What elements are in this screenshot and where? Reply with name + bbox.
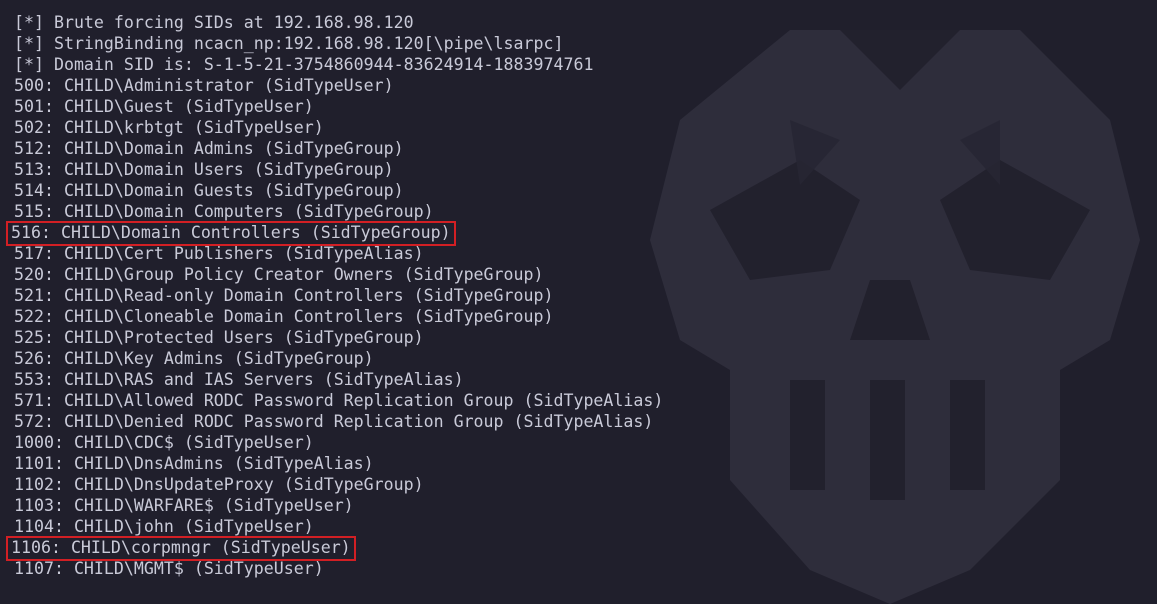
terminal-line: 1102: CHILD\DnsUpdateProxy (SidTypeGroup… <box>14 474 663 495</box>
terminal-line-text: 514: CHILD\Domain Guests (SidTypeGroup) <box>14 181 404 200</box>
terminal-line-text: 521: CHILD\Read-only Domain Controllers … <box>14 286 554 305</box>
terminal-line-highlighted: 516: CHILD\Domain Controllers (SidTypeGr… <box>6 221 663 246</box>
terminal-line: 553: CHILD\RAS and IAS Servers (SidTypeA… <box>14 369 663 390</box>
terminal-line: 520: CHILD\Group Policy Creator Owners (… <box>14 264 663 285</box>
skull-logo-icon <box>650 30 1140 604</box>
terminal-line: 512: CHILD\Domain Admins (SidTypeGroup) <box>14 138 663 159</box>
terminal-line: 1104: CHILD\john (SidTypeUser) <box>14 516 663 537</box>
terminal-line: 500: CHILD\Administrator (SidTypeUser) <box>14 75 663 96</box>
terminal-line: 572: CHILD\Denied RODC Password Replicat… <box>14 411 663 432</box>
terminal-line-text: 522: CHILD\Cloneable Domain Controllers … <box>14 307 554 326</box>
terminal-line: 513: CHILD\Domain Users (SidTypeGroup) <box>14 159 663 180</box>
terminal-line-text: 1106: CHILD\corpmngr (SidTypeUser) <box>6 536 356 561</box>
terminal-line-text: 501: CHILD\Guest (SidTypeUser) <box>14 97 314 116</box>
terminal-line: 526: CHILD\Key Admins (SidTypeGroup) <box>14 348 663 369</box>
terminal-line-text: 516: CHILD\Domain Controllers (SidTypeGr… <box>6 221 456 246</box>
terminal-line-text: [*] Domain SID is: S-1-5-21-3754860944-8… <box>14 55 594 74</box>
terminal-line: 515: CHILD\Domain Computers (SidTypeGrou… <box>14 201 663 222</box>
terminal-line-text: 515: CHILD\Domain Computers (SidTypeGrou… <box>14 202 434 221</box>
terminal-line: 521: CHILD\Read-only Domain Controllers … <box>14 285 663 306</box>
terminal-line: [*] StringBinding ncacn_np:192.168.98.12… <box>14 33 663 54</box>
terminal-line-text: 1101: CHILD\DnsAdmins (SidTypeAlias) <box>14 454 374 473</box>
terminal-line-text: 1104: CHILD\john (SidTypeUser) <box>14 517 314 536</box>
terminal-line: 522: CHILD\Cloneable Domain Controllers … <box>14 306 663 327</box>
terminal-window[interactable]: [*] Brute forcing SIDs at 192.168.98.120… <box>0 0 1157 604</box>
terminal-line-text: 1000: CHILD\CDC$ (SidTypeUser) <box>14 433 314 452</box>
terminal-line-text: 553: CHILD\RAS and IAS Servers (SidTypeA… <box>14 370 464 389</box>
terminal-line-text: [*] Brute forcing SIDs at 192.168.98.120 <box>14 13 414 32</box>
terminal-line-text: 525: CHILD\Protected Users (SidTypeGroup… <box>14 328 424 347</box>
terminal-output[interactable]: [*] Brute forcing SIDs at 192.168.98.120… <box>6 12 663 579</box>
terminal-line-text: 502: CHILD\krbtgt (SidTypeUser) <box>14 118 324 137</box>
terminal-line-text: 517: CHILD\Cert Publishers (SidTypeAlias… <box>14 244 424 263</box>
terminal-line-text: 572: CHILD\Denied RODC Password Replicat… <box>14 412 654 431</box>
terminal-line: 525: CHILD\Protected Users (SidTypeGroup… <box>14 327 663 348</box>
terminal-line: 502: CHILD\krbtgt (SidTypeUser) <box>14 117 663 138</box>
terminal-line: 1000: CHILD\CDC$ (SidTypeUser) <box>14 432 663 453</box>
terminal-line-text: 1102: CHILD\DnsUpdateProxy (SidTypeGroup… <box>14 475 424 494</box>
terminal-line-text: 512: CHILD\Domain Admins (SidTypeGroup) <box>14 139 404 158</box>
terminal-line: 1107: CHILD\MGMT$ (SidTypeUser) <box>14 558 663 579</box>
terminal-line: 1101: CHILD\DnsAdmins (SidTypeAlias) <box>14 453 663 474</box>
terminal-line-text: [*] StringBinding ncacn_np:192.168.98.12… <box>14 34 564 53</box>
terminal-line-highlighted: 1106: CHILD\corpmngr (SidTypeUser) <box>6 536 663 561</box>
terminal-line-text: 500: CHILD\Administrator (SidTypeUser) <box>14 76 394 95</box>
terminal-line-text: 520: CHILD\Group Policy Creator Owners (… <box>14 265 544 284</box>
terminal-line: [*] Brute forcing SIDs at 192.168.98.120 <box>14 12 663 33</box>
terminal-line: 514: CHILD\Domain Guests (SidTypeGroup) <box>14 180 663 201</box>
terminal-line-text: 526: CHILD\Key Admins (SidTypeGroup) <box>14 349 374 368</box>
terminal-line: 517: CHILD\Cert Publishers (SidTypeAlias… <box>14 243 663 264</box>
terminal-line: 501: CHILD\Guest (SidTypeUser) <box>14 96 663 117</box>
terminal-line-text: 513: CHILD\Domain Users (SidTypeGroup) <box>14 160 394 179</box>
terminal-line: [*] Domain SID is: S-1-5-21-3754860944-8… <box>14 54 663 75</box>
terminal-line-text: 571: CHILD\Allowed RODC Password Replica… <box>14 391 664 410</box>
terminal-line: 571: CHILD\Allowed RODC Password Replica… <box>14 390 663 411</box>
terminal-line-text: 1103: CHILD\WARFARE$ (SidTypeUser) <box>14 496 354 515</box>
terminal-line-text: 1107: CHILD\MGMT$ (SidTypeUser) <box>14 559 324 578</box>
terminal-line: 1103: CHILD\WARFARE$ (SidTypeUser) <box>14 495 663 516</box>
